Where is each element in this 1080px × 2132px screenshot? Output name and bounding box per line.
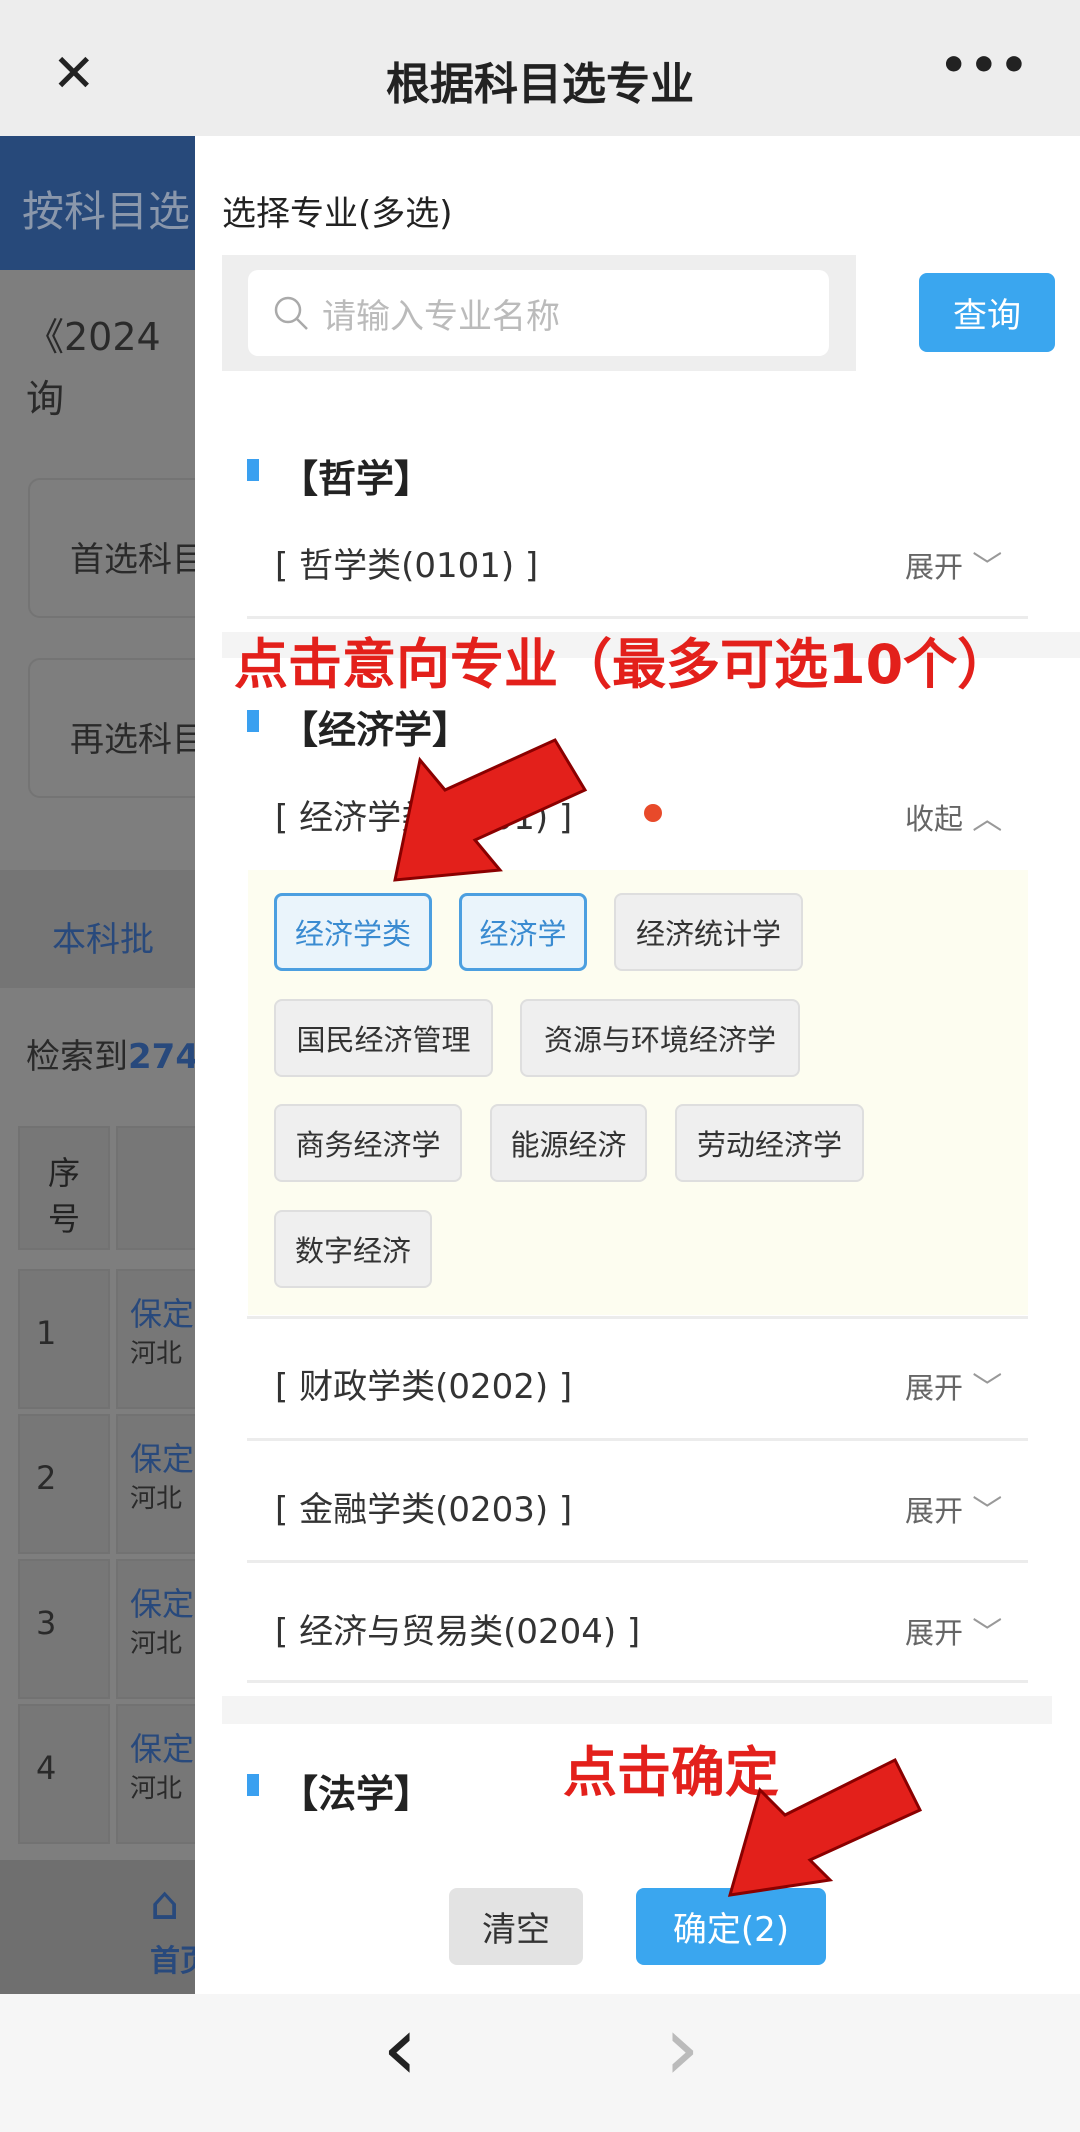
top-bar: ✕ 根据科目选专业 •••	[0, 0, 1080, 136]
confirm-button[interactable]: 确定(2)	[636, 1888, 826, 1965]
search-area: 请输入专业名称	[222, 255, 856, 371]
table-row	[18, 1559, 110, 1699]
search-input[interactable]: 请输入专业名称	[248, 270, 829, 356]
batch-select[interactable]: 本科批	[52, 912, 154, 961]
chevron-down-icon: ﹀	[972, 1371, 1003, 1406]
doc-title: 《2024	[26, 315, 161, 359]
group-finance-public[interactable]: [ 财政学类(0202) ]	[275, 1359, 572, 1408]
bottom-nav: ‹ ›	[0, 1994, 1080, 2132]
chevron-down-icon: ﹀	[972, 550, 1003, 585]
section-philosophy: 【哲学】	[280, 457, 433, 501]
home-label[interactable]: 首页	[150, 1936, 195, 1980]
table-row	[18, 1704, 110, 1844]
major-chip[interactable]: 经济学类	[274, 893, 432, 971]
background-page: 按科目选 《2024 询 首选科目 再选科目 本科批 检索到274 序号 1 保…	[0, 136, 195, 1994]
major-chip[interactable]: 商务经济学	[274, 1104, 462, 1182]
forward-icon[interactable]: ›	[664, 2004, 700, 2094]
chevron-down-icon: ﹀	[972, 1494, 1003, 1529]
second-subject[interactable]: 再选科目	[70, 712, 195, 761]
major-chip[interactable]: 能源经济	[490, 1104, 647, 1182]
more-icon[interactable]: •••	[940, 40, 1030, 91]
doc-title-2: 询	[26, 377, 65, 421]
annotation-pick: 点击意向专业（最多可选10个）	[234, 633, 1012, 696]
home-icon[interactable]: ⌂	[150, 1876, 179, 1930]
back-icon[interactable]: ‹	[382, 2004, 418, 2094]
row-region: 河北	[130, 1339, 183, 1369]
section-law: 【法学】	[280, 1772, 433, 1816]
row-region: 河北	[130, 1484, 183, 1514]
page-title: 根据科目选专业	[386, 59, 694, 110]
major-chip[interactable]: 资源与环境经济学	[520, 999, 800, 1077]
group-finance[interactable]: [ 金融学类(0203) ]	[275, 1482, 572, 1531]
expand-toggle[interactable]: 展开 ﹀	[905, 1608, 1002, 1652]
first-subject[interactable]: 首选科目	[70, 532, 195, 581]
row-name[interactable]: 保定	[130, 1724, 194, 1770]
major-chip[interactable]: 国民经济管理	[274, 999, 493, 1077]
red-dot	[644, 804, 662, 822]
row-name[interactable]: 保定	[130, 1289, 194, 1335]
major-chip[interactable]: 数字经济	[274, 1210, 432, 1288]
major-chip[interactable]: 劳动经济学	[675, 1104, 864, 1182]
annotation-confirm: 点击确定	[563, 1741, 779, 1804]
table-row	[18, 1269, 110, 1409]
group-economics[interactable]: [ 经济学类(0201) ]	[275, 790, 572, 839]
expand-toggle[interactable]: 展开 ﹀	[905, 1363, 1002, 1407]
row-name[interactable]: 保定	[130, 1579, 194, 1625]
chevron-down-icon: ﹀	[972, 1616, 1003, 1651]
expand-toggle[interactable]: 展开 ﹀	[905, 1486, 1002, 1530]
search-placeholder: 请输入专业名称	[322, 296, 560, 337]
search-button[interactable]: 查询	[919, 273, 1055, 352]
group-trade[interactable]: [ 经济与贸易类(0204) ]	[275, 1604, 640, 1653]
row-name[interactable]: 保定	[130, 1434, 194, 1480]
chevron-up-icon: ︿	[972, 802, 1003, 837]
row-index: 4	[36, 1749, 57, 1787]
table-row	[18, 1414, 110, 1554]
group-philosophy[interactable]: [ 哲学类(0101) ]	[275, 538, 538, 587]
row-index: 1	[36, 1314, 57, 1352]
row-index: 3	[36, 1604, 57, 1642]
section-economics: 【经济学】	[280, 708, 471, 752]
major-select-panel: 选择专业(多选) 请输入专业名称 查询 【哲学】 [ 哲学类(0101) ] 展…	[195, 136, 1080, 1994]
collapse-toggle[interactable]: 收起 ︿	[905, 794, 1002, 838]
search-icon	[274, 296, 308, 330]
result-count: 274	[128, 1037, 195, 1077]
major-chip[interactable]: 经济统计学	[614, 893, 803, 971]
major-chip[interactable]: 经济学	[459, 893, 587, 971]
row-region: 河北	[130, 1629, 183, 1659]
clear-button[interactable]: 清空	[449, 1888, 583, 1965]
row-region: 河北	[130, 1774, 183, 1804]
row-index: 2	[36, 1459, 57, 1497]
result-prefix: 检索到	[26, 1037, 128, 1077]
panel-title: 选择专业(多选)	[222, 194, 453, 234]
col-index: 序号	[18, 1126, 110, 1250]
expand-toggle[interactable]: 展开 ﹀	[905, 542, 1002, 586]
banner: 按科目选	[0, 136, 195, 270]
